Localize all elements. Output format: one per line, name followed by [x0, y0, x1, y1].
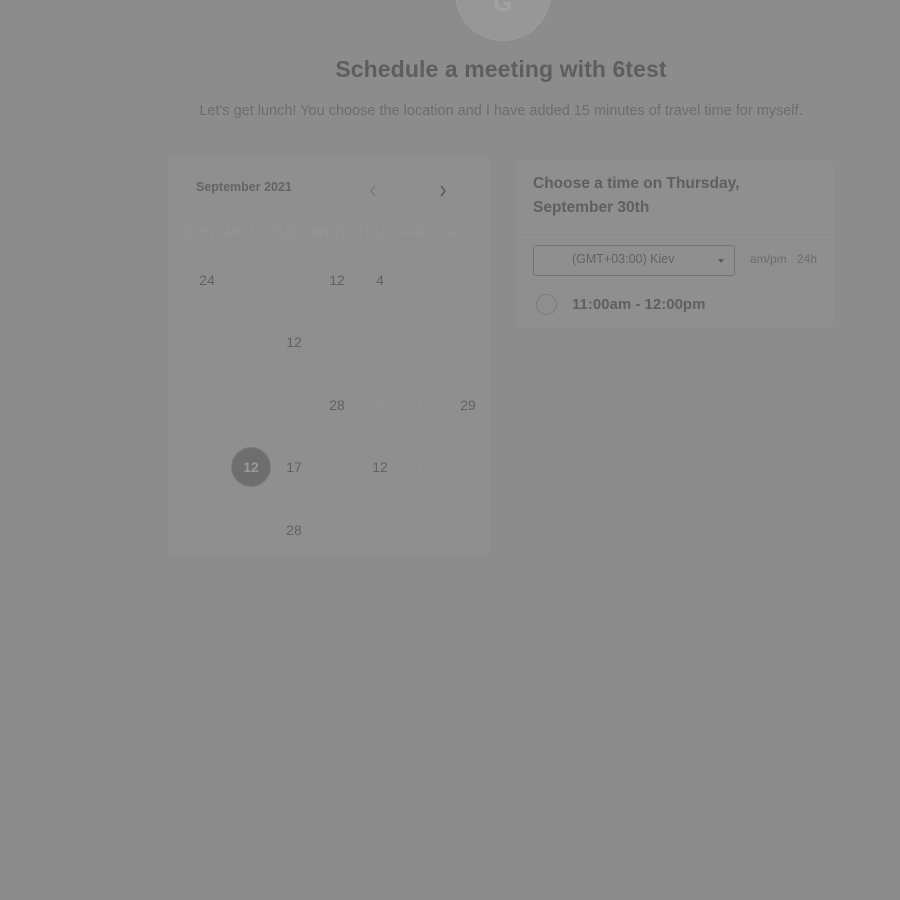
weekday-label: TUE — [270, 224, 300, 240]
timezone-select[interactable]: (GMT+03:00) Kiev — [533, 245, 735, 276]
next-month-button[interactable] — [432, 180, 454, 202]
page-title: Schedule a meeting with 6test — [335, 56, 667, 82]
weekday-label: WED — [310, 224, 346, 240]
timezone-value: (GMT+03:00) Kiev — [572, 252, 675, 266]
calendar-day[interactable]: 12 — [317, 260, 357, 300]
calendar-day: 20 — [329, 522, 345, 538]
weekday-label: SAT — [443, 224, 471, 240]
caret-down-icon — [718, 259, 724, 263]
calendar-day[interactable]: 29 — [448, 385, 488, 425]
calendar-day[interactable]: 12 — [274, 322, 314, 362]
weekday-label: FRI — [401, 224, 427, 240]
calendar-day: 13 — [416, 459, 432, 475]
calendar-day: 22 — [372, 522, 388, 538]
calendar-day: 2 — [247, 272, 255, 288]
time-slot-label[interactable]: 11:00am - 12:00pm — [572, 296, 705, 313]
calendar-day: 3 — [290, 397, 298, 413]
calendar-day: 3 — [464, 459, 472, 475]
calendar-day[interactable]: 17 — [274, 447, 314, 487]
calendar-day: 2 — [247, 522, 255, 538]
calendar-day[interactable]: 28 — [317, 385, 357, 425]
host-avatar: G — [455, 0, 551, 41]
calendar-day[interactable]: 24 — [187, 260, 227, 300]
calendar-day: 30 — [372, 397, 388, 413]
calendar-day: 26 — [199, 334, 215, 350]
calendar-day: 4 — [333, 459, 341, 475]
calendar-day: 31 — [460, 522, 476, 538]
avatar-initial: G — [493, 0, 513, 17]
page-subtitle: Let's get lunch! You choose the location… — [199, 103, 803, 119]
month-label: September 2021 — [196, 180, 292, 194]
panel-divider — [518, 234, 832, 235]
selected-day[interactable]: 12 — [232, 448, 270, 486]
calendar-day: 3 — [290, 272, 298, 288]
calendar-day: 24 — [416, 334, 432, 350]
calendar-day: 2 — [464, 272, 472, 288]
calendar-day: 13 — [199, 459, 215, 475]
calendar-day: 12 — [199, 522, 215, 538]
calendar-day: 10 — [243, 334, 259, 350]
calendar-day: 16 — [460, 334, 476, 350]
calendar-day: 21 — [199, 397, 215, 413]
time-slot-radio[interactable] — [536, 294, 557, 315]
calendar-day: 12 — [416, 397, 432, 413]
calendar-day[interactable]: 28 — [274, 510, 314, 550]
prev-month-button[interactable] — [362, 180, 384, 202]
selected-date-heading: Choose a time on Thursday, September 30t… — [533, 175, 740, 216]
format-ampm-toggle[interactable]: am/pm — [750, 252, 787, 266]
calendar-day[interactable]: 4 — [360, 260, 400, 300]
calendar-day: 20 — [372, 334, 388, 350]
weekday-label: MON — [224, 224, 260, 240]
weekday-label: THU — [355, 224, 387, 240]
calendar-day: 2 — [247, 397, 255, 413]
calendar-day: 2 — [420, 272, 428, 288]
calendar-day: 13 — [329, 334, 345, 350]
weekday-label: SUN — [183, 224, 215, 240]
calendar-day: 22 — [416, 522, 432, 538]
chevron-left-icon — [369, 185, 376, 197]
chevron-right-icon — [440, 185, 447, 197]
format-24h-toggle[interactable]: 24h — [797, 252, 817, 266]
calendar-day[interactable]: 12 — [360, 447, 400, 487]
